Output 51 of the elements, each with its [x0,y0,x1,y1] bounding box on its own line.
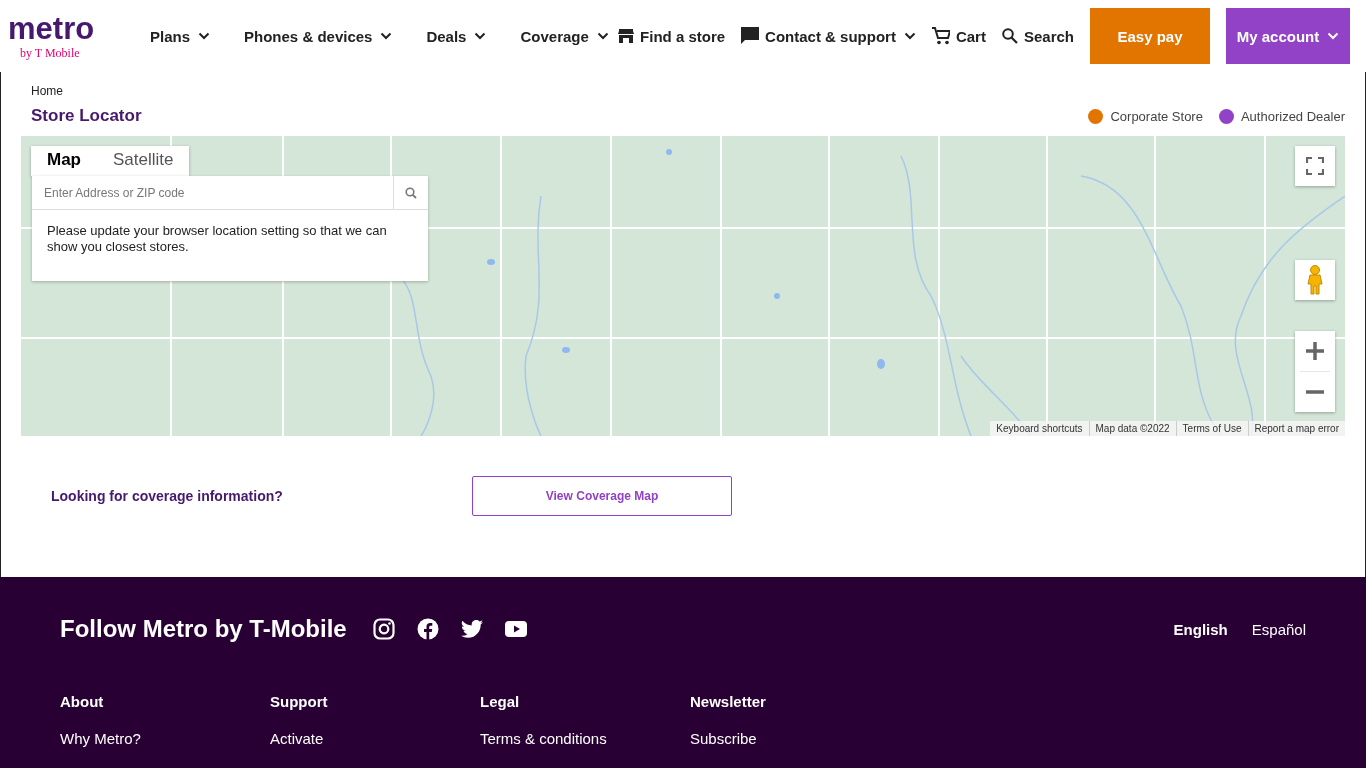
map-attribution-link[interactable]: Keyboard shortcuts [990,421,1089,436]
minus-icon [1306,390,1324,394]
search-link[interactable]: Search [1001,27,1074,45]
fullscreen-button[interactable] [1295,146,1335,186]
footer-link[interactable]: Terms & conditions [480,730,607,747]
plus-icon [1306,342,1324,360]
zoom-in-button[interactable] [1295,331,1335,371]
map-type-tab[interactable]: Map [31,146,97,176]
view-coverage-map-button[interactable]: View Coverage Map [472,476,732,516]
map-attribution-link[interactable]: Map data ©2022 [1088,421,1176,436]
map-attribution-link[interactable]: Terms of Use [1175,421,1248,436]
nav-menu-link[interactable]: Coverage [520,27,609,45]
youtube-icon[interactable] [504,621,527,637]
utility-link[interactable]: Cart [931,27,986,45]
coverage-prompt: Looking for coverage information? [51,488,284,504]
search-icon [405,186,417,199]
footer-link[interactable]: Subscribe [690,730,757,747]
breadcrumb-link[interactable]: Home [31,84,1345,98]
language-link[interactable]: Español [1251,620,1306,638]
chat-bubble-icon [741,27,760,45]
footer-link[interactable]: Why Metro? [60,730,141,747]
nav-menu-link[interactable]: Deals [426,27,487,45]
zoom-out-button[interactable] [1295,372,1335,412]
cart-icon [931,27,950,45]
store-icon [618,29,635,43]
my-account-button[interactable]: My account [1226,8,1350,64]
page-title: Store Locator [31,106,142,126]
language-link[interactable]: English [1173,620,1228,638]
search-icon [1001,28,1018,44]
search-button[interactable] [394,176,428,209]
location-message: Please update your browser location setting so that we can show you closest stores. [46,222,388,256]
footer-column-heading: Legal [480,693,520,710]
legend-label: Corporate Store [1110,108,1203,124]
person-figure-icon [1307,265,1323,295]
map-attribution-link[interactable]: Report a map error [1247,421,1345,436]
footer-column-heading: Support [270,693,328,710]
utility-link[interactable]: Find a store [618,27,726,45]
nav-menu-link[interactable]: Phones & devices [244,27,393,45]
map-type-tab[interactable]: Satellite [97,146,190,176]
nav-menu-link[interactable]: Plans [150,27,211,45]
metro-logo[interactable]: metro by T Mobile [8,11,108,61]
twitter-bird-icon[interactable] [460,620,483,638]
legend-label: Authorized Dealer [1240,108,1345,124]
utility-link[interactable]: Contact & support [741,27,916,45]
footer-link[interactable]: Activate [270,730,324,747]
follow-heading: Follow Metro by T-Mobile [60,615,347,643]
footer-column-heading: About [60,693,104,710]
fullscreen-icon [1306,157,1324,175]
instagram-icon[interactable] [372,618,395,640]
footer-column-heading: Newsletter [690,693,766,710]
facebook-icon[interactable] [416,618,439,640]
